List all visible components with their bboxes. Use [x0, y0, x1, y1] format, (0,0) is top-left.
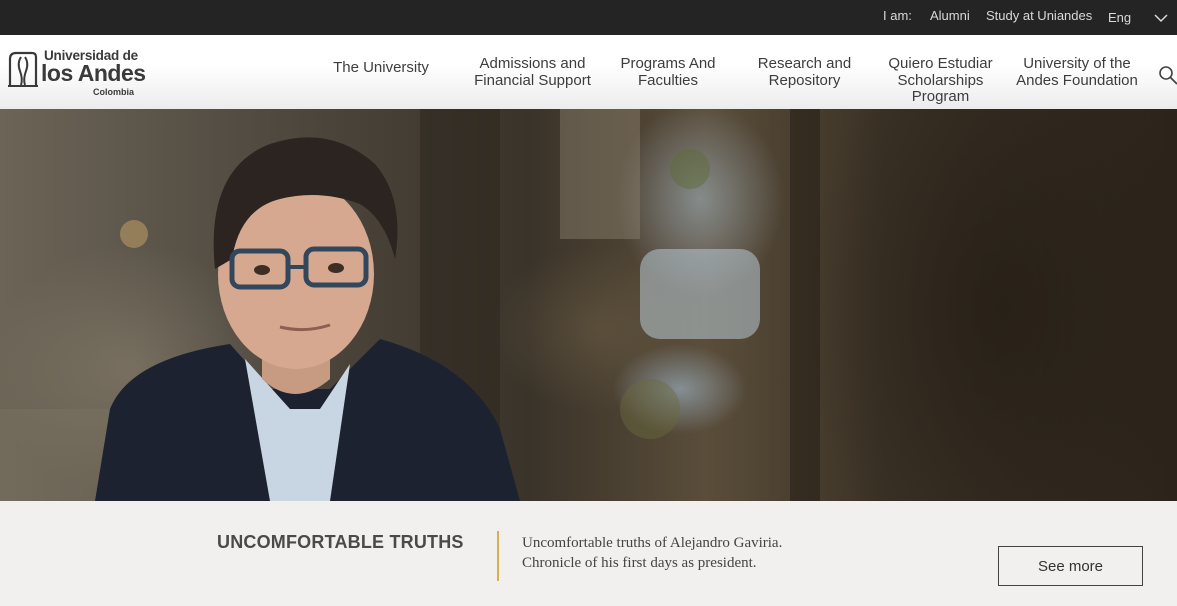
- main-navigation: Universidad de los Andes Colombia The Un…: [0, 35, 1177, 109]
- chevron-down-icon[interactable]: [1154, 11, 1168, 23]
- study-at-uniandes-link[interactable]: Study at Uniandes: [986, 8, 1092, 23]
- see-more-button[interactable]: See more: [998, 546, 1143, 586]
- nav-item-programs[interactable]: Programs And Faculties: [615, 55, 721, 89]
- language-selector[interactable]: Eng: [1108, 10, 1131, 25]
- nav-item-quiero-estudiar[interactable]: Quiero Estudiar Scholarships Program: [880, 55, 1001, 106]
- university-logo[interactable]: Universidad de los Andes Colombia: [6, 47, 146, 101]
- logo-line-2: los Andes: [41, 60, 146, 86]
- search-icon[interactable]: [1158, 65, 1177, 85]
- i-am-label: I am:: [883, 8, 912, 23]
- feature-divider: [497, 531, 499, 581]
- nav-item-research[interactable]: Research and Repository: [752, 55, 857, 89]
- logo-line-3: Colombia: [93, 87, 135, 97]
- feature-description-line-2: Chronicle of his first days as president…: [522, 555, 757, 571]
- feature-description-line-1: Uncomfortable truths of Alejandro Gaviri…: [522, 535, 783, 551]
- alumni-link[interactable]: Alumni: [930, 8, 970, 23]
- feature-description: Uncomfortable truths of Alejandro Gaviri…: [522, 533, 842, 573]
- nav-item-admissions[interactable]: Admissions and Financial Support: [470, 55, 595, 89]
- nav-item-foundation[interactable]: University of the Andes Foundation: [1012, 55, 1142, 89]
- feature-strip: UNCOMFORTABLE TRUTHS Uncomfortable truth…: [0, 501, 1177, 606]
- hero-banner-image: [0, 109, 1177, 501]
- portrait-illustration: [0, 109, 820, 501]
- top-utility-bar: I am: Alumni Study at Uniandes Eng: [0, 0, 1177, 35]
- nav-item-the-university[interactable]: The University: [325, 59, 437, 77]
- logo-emblem-icon: [8, 51, 38, 87]
- feature-title: UNCOMFORTABLE TRUTHS: [217, 532, 464, 552]
